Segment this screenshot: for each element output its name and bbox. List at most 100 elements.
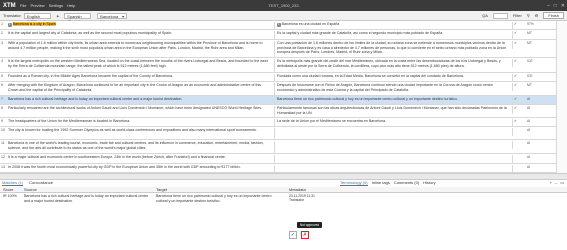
segment-target[interactable]: 1 Barcelona es una ciudad en España [274,22,510,30]
segment-number: 11 [1,141,5,145]
segment-source: The headquarters of the Union for the Me… [8,119,131,123]
segment-target[interactable] [274,165,510,173]
segment-status-icon[interactable]: ✔ [512,41,526,49]
segment-status-icon[interactable]: ✔ [512,59,526,67]
segment-source: In 2008 it was the fourth most economica… [8,165,241,169]
segment-row[interactable]: 10 The city is known for hosting the 199… [0,127,567,140]
title-bar: XTM File Preview Settings Help TEST_1900… [0,0,567,11]
segment-target[interactable]: La sede de la Unión por el Mediterráneo … [274,119,510,127]
segment-status-icon[interactable]: ✔ [512,22,526,30]
segment-row[interactable]: 12 It is a major cultural and economic c… [0,154,567,164]
segment-status-icon[interactable]: ✔ [512,97,526,105]
segment-filter-select[interactable]: Barcelona Int▾ [97,12,128,24]
segment-target[interactable]: Con una población de 1.6 millones dentro… [274,41,510,58]
approve-check-icon[interactable]: ✓ [289,231,297,239]
segment-row[interactable]: 13 In 2008 it was the fourth most econom… [0,164,567,173]
tab-concordance[interactable]: Concordance [29,180,53,186]
panel-splitter[interactable] [0,173,567,180]
match-percent: AI [527,128,531,132]
not-approved-tooltip: Not approved [297,222,323,228]
add-icon[interactable]: + [550,180,552,186]
tab-matches[interactable]: Matches (1) [2,180,24,186]
matches-tabs: Matches (1) Concordance [0,180,53,186]
not-approved-icon[interactable]: ✗ [301,231,309,239]
segment-status-icon[interactable]: ✔ [512,106,526,114]
segment-number: 5 [1,74,3,78]
target-language-select[interactable]: Spanish (Spain) [64,12,92,24]
arrow-right-icon: ▶ [56,13,60,18]
collapse-icon[interactable]: – [555,180,557,186]
segment-target[interactable] [274,155,510,164]
segment-row[interactable]: 6 After merging with the Kingdom of Arag… [0,82,567,96]
segment-row[interactable]: 2 It is the capital and largest city of … [0,30,567,40]
search-input[interactable] [492,12,508,19]
match-percent: AI [527,97,531,101]
project-title: TEST_1900_233 [268,3,299,8]
segment-target[interactable]: Particularmente famosas son las obras ar… [274,106,510,118]
segment-target[interactable]: Es la capital y ciudad más grande de Cat… [274,31,510,40]
segment-source: The city is known for hosting the 1992 S… [8,128,257,132]
tab-comments[interactable]: Comments (0) [394,180,419,186]
panel-icons: + – ▭ [550,180,564,186]
minimize-icon[interactable]: – [547,3,550,9]
segment-row[interactable]: 8 Particularly renowned are the architec… [0,105,567,118]
segment-row[interactable]: 3 With a population of 1.6 million withi… [0,40,567,58]
segment-status-icon[interactable]: ✔ [512,31,526,39]
xtm-editor: XTM File Preview Settings Help TEST_1900… [0,0,567,250]
segment-status-icon[interactable] [512,155,526,163]
segment-target[interactable] [274,141,510,154]
segment-status-icon[interactable]: ✔ [512,119,526,127]
segment-grid: 1 1 Barcelona is a city in Spain 1 Barcelo… [0,21,567,173]
filter-button[interactable]: Filter [513,13,522,18]
segment-row[interactable]: 5 Founded as a Roman city, in the Middle… [0,73,567,82]
segment-row[interactable]: 11 Barcelona is one of the world's leadi… [0,140,567,154]
source-language-select[interactable]: English (USA) [23,12,51,24]
segment-row[interactable]: 1 1 Barcelona is a city in Spain 1 Barcelo… [0,21,567,30]
segment-status-icon[interactable] [512,141,526,149]
header-target: Target [156,187,168,192]
segment-status-icon[interactable] [512,128,526,136]
segment-target[interactable]: Después de fusionarse con el Reino de Ar… [274,83,510,96]
expand-icon[interactable]: ▭ [560,180,564,186]
match-percent: MT [527,41,532,45]
segment-status-icon[interactable]: ✔ [512,83,526,91]
bottom-panel: Matches (1) Concordance Terminology (0) … [0,180,567,250]
segment-source: 1 Barcelona is a city in Spain [8,22,56,27]
segment-source: Particularly renowned are the architectu… [8,106,263,110]
segment-source: After merging with the Kingdom of Aragon… [8,83,262,92]
editor-toolbar: Translator English (USA) ▶ Spanish (Spai… [0,11,567,24]
match-percent: 97% [527,22,534,26]
funnel-icon[interactable]: ⚲ [527,13,530,18]
segment-target[interactable]: Es la metrópolis más grande del oeste de… [274,59,510,73]
segment-number: 6 [1,83,3,87]
tab-terminology[interactable]: Terminology (0) [340,180,368,186]
segment-number: 9 [1,119,3,123]
header-metadata: Metadata [289,187,306,192]
close-icon[interactable]: ✕ [561,3,565,9]
segment-number: 13 [1,165,5,169]
tab-inline-tags[interactable]: Inline tags [372,180,390,186]
settings-icon[interactable]: ⚙ [535,13,539,18]
match-percent: ICE [527,74,533,78]
maximize-icon[interactable]: □ [554,3,557,9]
segment-target[interactable]: Fundada como una ciudad romana, en la Ed… [274,74,510,82]
finish-button[interactable]: Finish [543,12,564,19]
segment-target[interactable] [274,128,510,140]
segment-row-active[interactable]: 7 Barcelona has a rich cultural heritage… [0,96,567,105]
segment-number: 2 [1,31,3,35]
match-source: Barcelona has a rich cultural heritage a… [24,194,149,203]
segment-number: 10 [1,128,5,132]
qa-button[interactable]: QA [482,13,488,18]
translator-label: Translator [3,13,21,18]
match-percent: AI [527,155,531,159]
match-row[interactable]: IR 100% Barcelona has a rich cultural he… [0,194,567,207]
segment-target[interactable]: Barcelona tiene un rico patrimonio cultu… [274,97,510,105]
segment-row[interactable]: 4 It is the largest metropolis on the we… [0,58,567,73]
segment-status-icon[interactable]: ✔ [512,74,526,82]
inline-tag: 1 [8,22,12,27]
tab-history[interactable]: History [423,180,435,186]
segment-status-icon[interactable] [512,165,526,173]
segment-source: Barcelona has a rich cultural heritage a… [8,97,183,101]
match-percent: AI [527,106,531,110]
segment-row[interactable]: 9 The headquarters of the Union for the … [0,118,567,127]
